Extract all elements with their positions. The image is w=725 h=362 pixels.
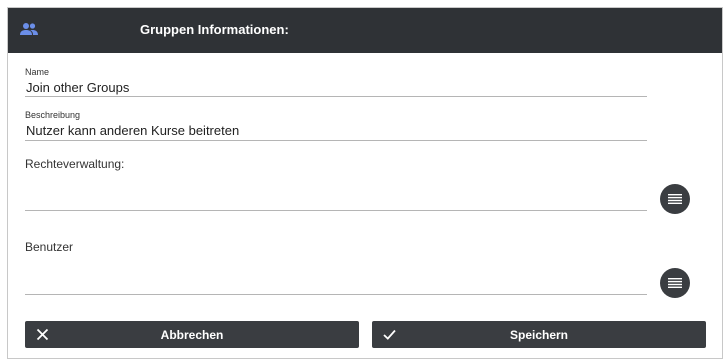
name-underline xyxy=(25,96,647,97)
group-icon xyxy=(20,23,38,35)
name-field[interactable]: Name Join other Groups xyxy=(25,67,647,97)
close-icon xyxy=(36,328,49,341)
name-value[interactable]: Join other Groups xyxy=(25,80,647,95)
dialog-title: Gruppen Informationen: xyxy=(140,22,289,37)
users-list-button[interactable] xyxy=(660,268,690,298)
description-value[interactable]: Nutzer kann anderen Kurse beitreten xyxy=(25,123,647,138)
group-info-dialog: Gruppen Informationen: Name Join other G… xyxy=(7,7,723,359)
users-field[interactable] xyxy=(25,294,647,295)
save-label: Speichern xyxy=(509,327,569,342)
dialog-header: Gruppen Informationen: xyxy=(8,8,722,53)
description-field[interactable]: Beschreibung Nutzer kann anderen Kurse b… xyxy=(25,110,647,141)
rights-field[interactable] xyxy=(25,210,647,211)
check-icon xyxy=(383,329,396,340)
rights-label: Rechteverwaltung: xyxy=(25,157,125,171)
name-label: Name xyxy=(25,67,50,77)
list-icon xyxy=(668,278,682,288)
rights-list-button[interactable] xyxy=(660,184,690,214)
cancel-label: Abbrechen xyxy=(160,327,224,342)
description-underline xyxy=(25,140,647,141)
users-label: Benutzer xyxy=(25,240,74,254)
description-label: Beschreibung xyxy=(25,110,81,120)
save-button[interactable]: Speichern xyxy=(372,321,706,348)
list-icon xyxy=(668,194,682,204)
cancel-button[interactable]: Abbrechen xyxy=(25,321,359,348)
